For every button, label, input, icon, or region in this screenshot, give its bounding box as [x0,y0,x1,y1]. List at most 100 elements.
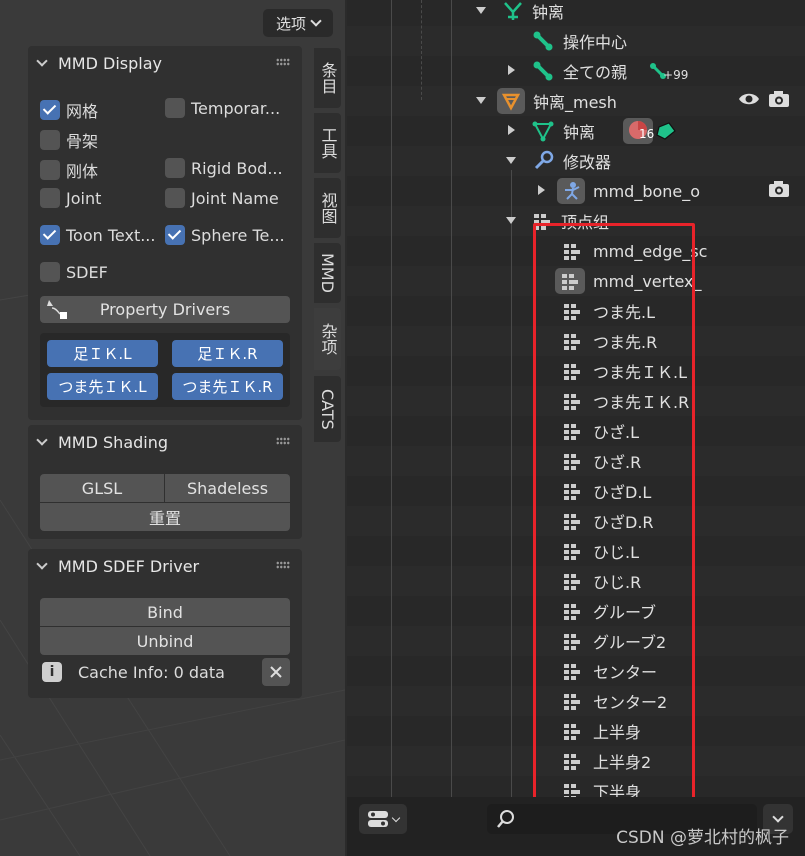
vertex-group-item[interactable]: ひざ.L [562,416,639,446]
outliner-bone-all-parent[interactable]: 全ての親 +99 [532,56,688,86]
check-sdef[interactable]: SDEF [40,262,108,282]
tree-line [421,0,422,100]
mmd-shading-header[interactable]: MMD Shading [28,425,302,459]
check-label: 骨架 [66,132,99,151]
check-joint[interactable]: Joint [40,188,101,208]
glsl-button[interactable]: GLSL [40,474,164,502]
eye-icon[interactable] [738,91,760,107]
vertex-group-item[interactable]: つま先ＩＫ.L [562,356,687,386]
tab-misc[interactable]: 杂项 [314,308,341,370]
checkbox[interactable] [40,100,60,120]
3d-viewport[interactable]: 选项 MMD Display 网格 Temporar... 骨架 刚体 Rigi… [0,0,345,856]
editor-type-dropdown[interactable] [359,804,407,834]
vertex-group-item[interactable]: グルーブ [562,596,656,626]
vertex-group-item[interactable]: 下半身 [562,776,641,797]
reset-shading-button[interactable]: 重置 [40,503,290,531]
check-label: Joint Name [191,188,279,208]
item-label: センター [593,663,658,682]
checkbox[interactable] [165,188,185,208]
tab-view[interactable]: 视图 [314,178,341,238]
camera-icon[interactable] [768,180,790,198]
checkbox[interactable] [40,160,60,180]
vertex-group-item[interactable]: ひざD.R [562,506,654,536]
ik-foot-r-button[interactable]: 足ＩＫ.R [172,340,283,367]
outliner-vertex-groups[interactable]: 顶点组 [532,206,609,236]
expand-toggle[interactable] [506,157,516,164]
check-toon-texture[interactable]: Toon Text... [40,225,155,245]
mmd-display-header[interactable]: MMD Display [28,46,302,80]
expand-toggle[interactable] [538,185,545,195]
bind-button[interactable]: Bind [40,598,290,626]
property-drivers-button[interactable]: Property Drivers [40,296,290,323]
vertex-group-item[interactable]: センター2 [562,686,667,716]
check-rigid-body-name[interactable]: Rigid Bod... [165,158,283,178]
item-label: つま先ＩＫ.L [593,363,688,382]
checkbox[interactable] [40,262,60,282]
outliner-bone-op-center[interactable]: 操作中心 [532,26,627,56]
vertex-group-item[interactable]: つま先ＩＫ.R [562,386,689,416]
expand-toggle[interactable] [476,97,486,104]
item-label: 操作中心 [563,33,628,52]
vertex-group-item[interactable]: ひざ.R [562,446,641,476]
checkbox[interactable] [40,225,60,245]
tab-tool[interactable]: 工具 [314,113,341,173]
outliner[interactable]: 钟离 操作中心 全ての親 +99 钟离_mesh 钟离 16 修改器 mmd_b… [347,0,805,797]
checkbox[interactable] [165,225,185,245]
camera-icon[interactable] [768,90,790,108]
check-sphere-texture[interactable]: Sphere Te... [165,225,285,245]
vertex-group-item[interactable]: mmd_edge_sc [562,236,707,266]
check-rigidbody[interactable]: 刚体 [40,158,98,182]
ik-toe-r-button[interactable]: つま先ＩＫ.R [172,373,283,400]
item-label: ひざD.R [593,513,654,532]
item-label: つま先.L [593,303,656,322]
expand-toggle[interactable] [508,65,515,75]
clear-cache-button[interactable] [262,658,290,686]
vertex-group-item[interactable]: つま先.R [562,326,657,356]
outliner-mesh-data[interactable]: 钟离 16 [532,116,677,146]
mmd-sdef-header[interactable]: MMD SDEF Driver [28,549,302,583]
check-label: Joint [66,188,102,208]
expand-toggle[interactable] [506,217,516,224]
vertex-group-item[interactable]: グルーブ2 [562,626,666,656]
vertex-group-item[interactable]: 上半身2 [562,746,651,776]
outliner-modifiers[interactable]: 修改器 [532,146,611,176]
collapse-icon [36,558,48,570]
item-label: mmd_bone_o [593,181,701,201]
outliner-armature-modifier[interactable]: mmd_bone_o [557,176,700,206]
drag-grip-icon[interactable] [276,561,290,569]
shadeless-button[interactable]: Shadeless [165,474,290,502]
vertex-group-item[interactable]: ひじ.L [562,536,639,566]
tab-cats[interactable]: CATS [314,376,341,442]
checkbox[interactable] [40,188,60,208]
vertex-group-item[interactable]: センター [562,656,657,686]
tab-mmd[interactable]: MMD [314,243,341,303]
checkbox[interactable] [165,158,185,178]
vertex-group-item[interactable]: ひざD.L [562,476,651,506]
options-dropdown[interactable]: 选项 [263,9,333,37]
vertex-group-item[interactable]: mmd_vertex_ [555,266,702,296]
search-icon [497,810,514,828]
tab-item[interactable]: 条目 [314,48,341,108]
ik-toe-l-button[interactable]: つま先ＩＫ.L [47,373,158,400]
check-temporary[interactable]: Temporar... [165,98,280,118]
expand-toggle[interactable] [476,7,486,14]
tab-label: MMD [318,253,337,293]
check-label: Sphere Te... [191,225,285,245]
vertex-group-item[interactable]: 上半身 [562,716,641,746]
check-armature[interactable]: 骨架 [40,128,98,152]
vertex-group-item[interactable]: つま先.L [562,296,655,326]
mmd-sdef-panel: MMD SDEF Driver Bind Unbind i Cache Info… [28,549,302,698]
outliner-mesh-object[interactable]: 钟离_mesh [497,86,617,116]
drag-grip-icon[interactable] [276,437,290,445]
ik-foot-l-button[interactable]: 足ＩＫ.L [47,340,158,367]
check-mesh[interactable]: 网格 [40,98,98,122]
checkbox[interactable] [40,130,60,150]
unbind-button[interactable]: Unbind [40,627,290,655]
outliner-armature[interactable]: 钟离 [502,0,564,26]
check-joint-name[interactable]: Joint Name [165,188,279,208]
vertex-group-item[interactable]: ひじ.R [562,566,641,596]
checkbox[interactable] [165,98,185,118]
expand-toggle[interactable] [508,125,515,135]
vertex-group-icon [562,691,582,711]
drag-grip-icon[interactable] [276,58,290,66]
